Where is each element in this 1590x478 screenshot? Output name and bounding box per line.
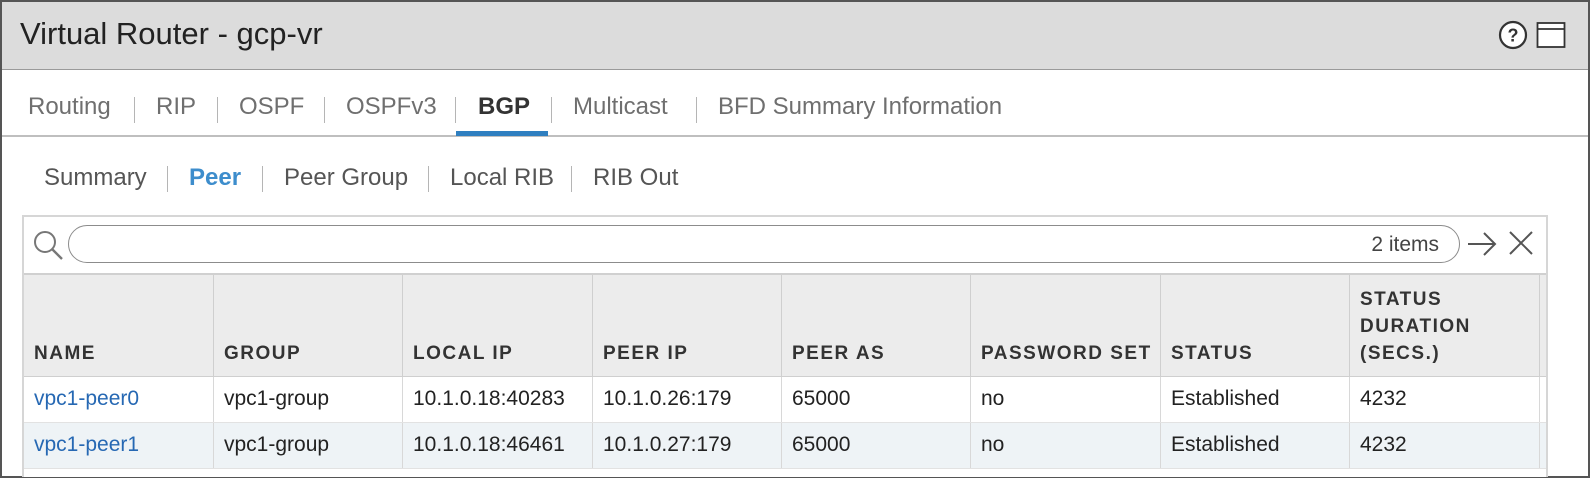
cell-password-set: no — [971, 423, 1161, 468]
subtab-peer-group[interactable]: Peer Group — [284, 164, 408, 192]
subtab-rib-out[interactable]: RIB Out — [593, 164, 678, 192]
cell-group: vpc1-group — [214, 377, 403, 422]
tab-rip[interactable]: RIP — [156, 93, 196, 121]
dialog-title: Virtual Router - gcp-vr — [20, 16, 323, 51]
tab-divider — [324, 97, 325, 123]
column-header-peer-as[interactable]: PEER AS — [782, 275, 971, 377]
tab-routing[interactable]: Routing — [28, 93, 111, 121]
subtab-summary[interactable]: Summary — [44, 164, 147, 192]
table-header: NAME GROUP LOCAL IP PEER IP PEER AS PASS… — [24, 273, 1546, 377]
filter-input[interactable]: 2 items — [68, 225, 1460, 263]
subtab-divider — [167, 166, 168, 192]
maximize-icon[interactable] — [1536, 21, 1566, 49]
cell-local-ip: 10.1.0.18:40283 — [403, 377, 593, 422]
tab-divider — [455, 97, 456, 123]
title-bar: Virtual Router - gcp-vr ? — [2, 2, 1588, 70]
svg-text:?: ? — [1508, 26, 1519, 46]
cell-password-set: no — [971, 377, 1161, 422]
cell-group: vpc1-group — [214, 423, 403, 468]
subtab-divider — [428, 166, 429, 192]
tab-ospf[interactable]: OSPF — [239, 93, 304, 121]
column-header-name[interactable]: NAME — [24, 275, 214, 377]
cell-status: Established — [1161, 423, 1350, 468]
tab-divider — [551, 97, 552, 123]
cell-status-duration: 4232 — [1350, 423, 1540, 468]
tab-divider — [217, 97, 218, 123]
peer-name-link[interactable]: vpc1-peer1 — [24, 423, 214, 468]
subtab-divider — [262, 166, 263, 192]
tab-multicast[interactable]: Multicast — [573, 93, 668, 121]
column-header-status-duration[interactable]: STATUS DURATION (SECS.) — [1350, 275, 1540, 377]
cell-local-ip: 10.1.0.18:46461 — [403, 423, 593, 468]
peer-table-panel: 2 items NAME GROUP LOCAL IP PEER IP PEER… — [22, 215, 1548, 477]
cell-peer-as: 65000 — [782, 423, 971, 468]
peer-name-link[interactable]: vpc1-peer0 — [24, 377, 214, 422]
subtab-divider — [571, 166, 572, 192]
column-header-local-ip[interactable]: LOCAL IP — [403, 275, 593, 377]
cell-peer-ip: 10.1.0.27:179 — [593, 423, 782, 468]
subtab-peer[interactable]: Peer — [189, 164, 241, 192]
cell-status-duration: 4232 — [1350, 377, 1540, 422]
bgp-subtab-bar: Summary Peer Peer Group Local RIB RIB Ou… — [2, 138, 1588, 216]
tab-bgp[interactable]: BGP — [478, 93, 530, 121]
tab-bfd-summary[interactable]: BFD Summary Information — [718, 93, 1002, 121]
cell-status: Established — [1161, 377, 1350, 422]
column-header-status[interactable]: STATUS — [1161, 275, 1350, 377]
tab-ospfv3[interactable]: OSPFv3 — [346, 93, 437, 121]
apply-filter-icon[interactable] — [1466, 229, 1498, 259]
column-header-peer-ip[interactable]: PEER IP — [593, 275, 782, 377]
help-icon[interactable]: ? — [1498, 20, 1528, 50]
tab-divider — [696, 97, 697, 123]
clear-filter-icon[interactable] — [1506, 228, 1536, 258]
search-icon — [34, 231, 63, 260]
tab-divider — [134, 97, 135, 123]
subtab-local-rib[interactable]: Local RIB — [450, 164, 554, 192]
cell-peer-ip: 10.1.0.26:179 — [593, 377, 782, 422]
main-tab-bar: Routing RIP OSPF OSPFv3 BGP Multicast BF… — [2, 71, 1588, 137]
table-row[interactable]: vpc1-peer1 vpc1-group 10.1.0.18:46461 10… — [24, 423, 1546, 469]
active-tab-indicator — [456, 131, 548, 136]
filter-item-count: 2 items — [1371, 233, 1439, 256]
column-header-password-set[interactable]: PASSWORD SET — [971, 275, 1161, 377]
table-row[interactable]: vpc1-peer0 vpc1-group 10.1.0.18:40283 10… — [24, 377, 1546, 423]
column-header-group[interactable]: GROUP — [214, 275, 403, 377]
virtual-router-dialog: Virtual Router - gcp-vr ? Routing RIP OS… — [0, 0, 1590, 478]
cell-peer-as: 65000 — [782, 377, 971, 422]
